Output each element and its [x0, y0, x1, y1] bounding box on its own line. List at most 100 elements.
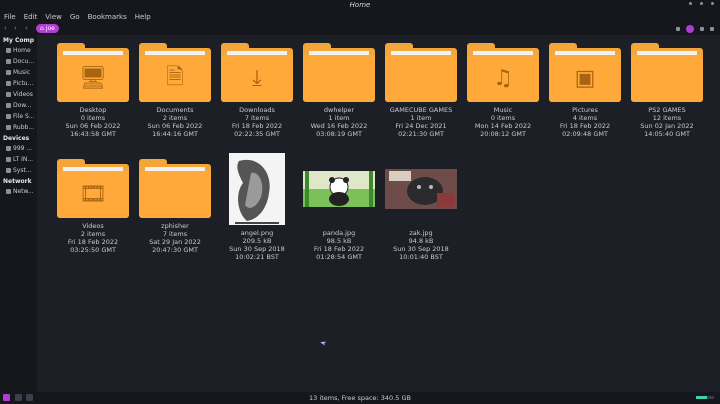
- sidebar-item-label: Videos: [13, 91, 33, 98]
- sidebar-item[interactable]: Rubb...: [0, 122, 37, 133]
- sidebar-section-title[interactable]: My Comp: [0, 35, 37, 45]
- file-item[interactable]: panda.jpg 98.5 kB Fri 18 Feb 2022 01:28:54 …: [299, 153, 379, 261]
- file-item[interactable]: zphisher 7 items Sat 29 Jan 2022 20:47:30 G…: [135, 159, 215, 254]
- toolbar: ‹ › ‹ ⌂ joe: [0, 23, 720, 35]
- forward-icon[interactable]: ›: [14, 24, 17, 32]
- back-icon[interactable]: ‹: [4, 24, 7, 32]
- file-item[interactable]: ♫ Music 0 items Mon 14 Feb 2022 20:08:12 GMT: [463, 43, 543, 138]
- sidebar-item[interactable]: LT IN...: [0, 154, 37, 165]
- file-name: angel.png: [240, 229, 274, 237]
- sidebar-section-title[interactable]: Network: [0, 176, 37, 186]
- document-icon: 🗎: [166, 64, 184, 90]
- file-item[interactable]: dwhelper 1 item Wed 16 Feb 2022 03:08:19 GM…: [299, 43, 379, 138]
- folder-icon: 🎞: [57, 159, 129, 218]
- image-thumbnail: [381, 153, 461, 225]
- picture-icon: ▣: [574, 66, 596, 91]
- file-grid: 🖥 Desktop 0 items Sun 06 Feb 2022 16:43:58 G…: [37, 35, 720, 392]
- desktop-icon: 🖥: [79, 66, 107, 91]
- music-icon: ♫: [493, 66, 513, 91]
- file-date: Fri 18 Feb 2022: [559, 122, 611, 130]
- sidebar-item-label: 999 ...: [13, 145, 33, 152]
- place-icon: [6, 189, 11, 194]
- file-name: Videos: [82, 222, 104, 230]
- minimize-button[interactable]: [689, 2, 692, 5]
- place-icon: [6, 48, 11, 53]
- folder-icon: ♫: [467, 43, 539, 102]
- grid-view-icon[interactable]: [700, 27, 704, 31]
- file-meta: 7 items: [162, 230, 188, 238]
- file-date: Sat 29 Jan 2022: [149, 238, 201, 246]
- menu-item-go[interactable]: Go: [66, 13, 84, 21]
- menu-item-bookmarks[interactable]: Bookmarks: [84, 13, 131, 21]
- file-item[interactable]: GAMECUBE GAMES 1 item Fri 24 Dec 2021 02:21…: [381, 43, 461, 138]
- menu-item-help[interactable]: Help: [131, 13, 155, 21]
- file-date: Fri 18 Feb 2022: [67, 238, 119, 246]
- file-meta: 94.8 kB: [408, 237, 434, 245]
- sidebar-item[interactable]: Docu...: [0, 56, 37, 67]
- sidebar-item-label: Dow...: [13, 102, 32, 109]
- file-date: Sun 30 Sep 2018: [393, 245, 449, 253]
- file-item[interactable]: ⤓ Downloads 7 items Fri 18 Feb 2022 02:22:35…: [217, 43, 297, 138]
- file-meta: 4 items: [572, 114, 598, 122]
- title-bar: Home: [0, 0, 720, 11]
- list-view-icon[interactable]: [710, 27, 714, 31]
- menu-item-file[interactable]: File: [0, 13, 20, 21]
- folder-icon: 🗎: [139, 43, 211, 102]
- place-icon: [6, 59, 11, 64]
- image-thumbnail: [299, 153, 379, 225]
- file-item[interactable]: 🖥 Desktop 0 items Sun 06 Feb 2022 16:43:58 G…: [53, 43, 133, 138]
- sidebar-item-label: Docu...: [13, 58, 35, 65]
- file-time: 14:05:40 GMT: [644, 130, 690, 138]
- window-title: Home: [349, 1, 371, 9]
- sidebar-item[interactable]: 999 ...: [0, 143, 37, 154]
- sidebar-item[interactable]: Dow...: [0, 100, 37, 111]
- file-item[interactable]: 🎞 Videos 2 items Fri 18 Feb 2022 03:25:50 GM…: [53, 159, 133, 254]
- sidebar: My Comp Home Docu... Music Pictu... Videos Dow…: [0, 35, 37, 392]
- folder-icon: [385, 43, 457, 102]
- sidebar-item[interactable]: Music: [0, 67, 37, 78]
- sidebar-item-label: Netw...: [13, 188, 34, 195]
- image-thumbnail: [217, 153, 297, 225]
- file-date: Fri 18 Feb 2022: [313, 245, 365, 253]
- search-icon[interactable]: [676, 27, 680, 31]
- file-time: 20:47:30 GMT: [152, 246, 198, 254]
- window-controls[interactable]: [689, 2, 714, 5]
- file-item[interactable]: 🗎 Documents 2 items Sun 06 Feb 2022 16:44:16…: [135, 43, 215, 138]
- file-meta: 2 items: [162, 114, 188, 122]
- sidebar-item[interactable]: Syst...: [0, 165, 37, 176]
- breadcrumb-home[interactable]: ⌂ joe: [36, 24, 59, 33]
- file-time: 02:09:48 GMT: [562, 130, 608, 138]
- file-meta: 2 items: [80, 230, 106, 238]
- place-icon: [6, 70, 11, 75]
- place-icon: [6, 81, 11, 86]
- file-item[interactable]: angel.png 209.5 kB Sun 30 Sep 2018 10:02:21…: [217, 153, 297, 261]
- up-icon[interactable]: ‹: [25, 24, 28, 32]
- menu-bar: File Edit View Go Bookmarks Help: [0, 11, 720, 23]
- zoom-slider[interactable]: [696, 396, 714, 399]
- sidebar-section-title[interactable]: Devices: [0, 133, 37, 143]
- close-button[interactable]: [711, 2, 714, 5]
- file-item[interactable]: ▣ Pictures 4 items Fri 18 Feb 2022 02:09:48 …: [545, 43, 625, 138]
- maximize-button[interactable]: [700, 2, 703, 5]
- file-date: Sun 06 Feb 2022: [65, 122, 121, 130]
- sidebar-item[interactable]: Pictu...: [0, 78, 37, 89]
- file-time: 10:02:21 BST: [235, 253, 279, 261]
- file-time: 02:22:35 GMT: [234, 130, 280, 138]
- place-icon: [6, 168, 11, 173]
- file-item[interactable]: PS2 GAMES 12 items Sun 02 Jan 2022 14:05:40…: [627, 43, 707, 138]
- menu-item-edit[interactable]: Edit: [20, 13, 42, 21]
- menu-item-view[interactable]: View: [41, 13, 66, 21]
- sidebar-item[interactable]: Home: [0, 45, 37, 56]
- status-bar: 13 items, Free space: 340.5 GB: [0, 392, 720, 404]
- sidebar-item[interactable]: File S...: [0, 111, 37, 122]
- sidebar-item[interactable]: Netw...: [0, 186, 37, 197]
- sidebar-item[interactable]: Videos: [0, 89, 37, 100]
- avatar[interactable]: [686, 25, 694, 33]
- file-name: Desktop: [79, 106, 107, 114]
- file-meta: 0 items: [490, 114, 516, 122]
- file-name: PS2 GAMES: [648, 106, 686, 114]
- file-item[interactable]: zak.jpg 94.8 kB Sun 30 Sep 2018 10:01:40 BS…: [381, 153, 461, 261]
- place-icon: [6, 114, 11, 119]
- place-icon: [6, 146, 11, 151]
- sidebar-item-label: File S...: [13, 113, 35, 120]
